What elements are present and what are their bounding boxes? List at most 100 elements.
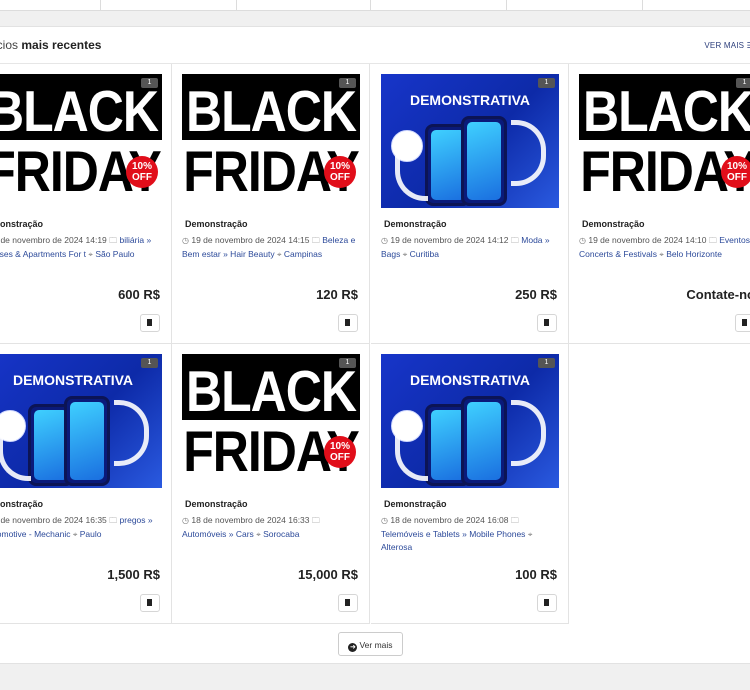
listing-price: 1,500 R$ [107,567,160,582]
discount-badge: 10% OFF [126,156,158,188]
arrow-right-icon: ➜ [348,643,358,652]
folder-icon: 🗀 [311,236,320,245]
banner-text: DEMONSTRATIVA [409,92,531,108]
bookmark-button[interactable] [537,314,557,332]
listing-card[interactable]: DEMONSTRATIVA 1 Demonstração ◷ 18 de nov… [371,344,569,624]
camera-icon: 1 [339,358,356,368]
listing-city-link[interactable]: Sorocaba [263,529,299,539]
listing-city-link[interactable]: Campinas [284,249,322,259]
listing-city-link[interactable]: Alterosa [381,542,412,552]
bookmark-button[interactable] [140,314,160,332]
bookmark-button[interactable] [338,314,358,332]
location-pin-icon: ⌖ [276,249,282,259]
camera-icon: 1 [538,358,555,368]
listing-category-link[interactable]: Automóveis » Cars [182,529,254,539]
listing-image[interactable]: BLACK FRIDAY 10% OFF 1 [182,354,360,488]
top-strip [0,0,750,11]
listing-image[interactable]: DEMONSTRATIVA 1 [0,354,162,488]
listing-price: 120 R$ [316,287,358,302]
listing-price: 15,000 R$ [298,567,358,582]
listing-card[interactable]: BLACK FRIDAY 10% OFF 1 Demonstração ◷ 18… [172,344,370,624]
listing-price: 250 R$ [515,287,557,302]
arrow-graphic [511,400,546,466]
listings-grid: BLACK FRIDAY 10% OFF 1 emonstração ◷ 9 d… [0,64,750,624]
listing-date: 19 de novembro de 2024 14:12 [390,235,509,245]
listing-card[interactable]: BLACK FRIDAY 10% OFF 1 emonstração ◷ 9 d… [0,64,172,344]
seller-name: Demonstração [582,219,645,229]
location-pin-icon: ⌖ [88,249,93,259]
listing-date: 19 de novembro de 2024 14:15 [191,235,310,245]
folder-icon: 🗀 [510,516,519,525]
location-pin-icon: ⌖ [659,249,664,259]
listing-category-link[interactable]: Telemóveis e Tablets » Mobile Phones [381,529,525,539]
folder-icon: 🗀 [311,516,320,525]
location-pin-icon: ⌖ [256,529,261,539]
divider [506,0,507,10]
bookmark-button[interactable] [537,594,557,612]
clock-icon: ◷ [579,236,586,245]
discount-badge: 10% OFF [324,156,356,188]
clock-icon: ◷ [381,236,388,245]
banner-text: DEMONSTRATIVA [12,372,134,388]
listing-image[interactable]: BLACK FRIDAY 10% OFF 1 [0,74,162,208]
camera-icon: 1 [339,78,356,88]
listing-card[interactable]: DEMONSTRATIVA 1 emonstração ◷ 8 de novem… [0,344,172,624]
clock-icon: ◷ [182,236,189,245]
listing-meta: ◷ 19 de novembro de 2024 14:12 🗀 Moda » … [381,234,561,261]
listing-city-link[interactable]: São Paulo [95,249,134,259]
banner-text: BLACK [0,79,159,144]
listing-city-link[interactable]: Curitiba [410,249,439,259]
listing-date: 8 de novembro de 2024 16:35 [0,515,107,525]
listing-image[interactable]: BLACK FRIDAY 10% OFF 1 [579,74,750,208]
listing-meta: ◷ 9 de novembro de 2024 14:19 🗀 biliária… [0,234,164,261]
bookmark-button[interactable] [735,314,750,332]
listing-card[interactable]: DEMONSTRATIVA 1 Demonstração ◷ 19 de nov… [371,64,569,344]
listing-date: 18 de novembro de 2024 16:08 [390,515,509,525]
listing-image[interactable]: DEMONSTRATIVA 1 [381,354,559,488]
listing-date: 18 de novembro de 2024 16:33 [191,515,310,525]
listing-image[interactable]: DEMONSTRATIVA 1 [381,74,559,208]
listing-meta: ◷ 19 de novembro de 2024 14:10 🗀 Eventos… [579,234,750,261]
arrow-graphic [395,156,428,201]
divider [236,0,237,10]
banner-text: BLACK [186,79,357,144]
banner-text: DEMONSTRATIVA [409,372,531,388]
discount-badge: 10% OFF [324,436,356,468]
camera-icon: 1 [141,358,158,368]
camera-icon: 1 [538,78,555,88]
camera-icon: 1 [736,78,750,88]
listing-meta: ◷ 19 de novembro de 2024 14:15 🗀 Beleza … [182,234,362,261]
location-pin-icon: ⌖ [527,529,533,539]
section-header: ncios mais recentes VER MAIS ☰ [0,27,750,64]
view-more-link[interactable]: VER MAIS ☰ [704,41,750,50]
phone-graphic [64,396,110,486]
camera-icon: 1 [141,78,158,88]
divider [370,0,371,10]
arrow-graphic [395,436,428,481]
arrow-graphic [511,120,546,186]
listing-price: 600 R$ [118,287,160,302]
listing-date: 9 de novembro de 2024 14:19 [0,235,107,245]
listing-city-link[interactable]: Paulo [80,529,102,539]
phone-graphic [461,116,507,206]
bookmark-button[interactable] [338,594,358,612]
listing-price: Contate-no [686,287,750,302]
listing-city-link[interactable]: Belo Horizonte [666,249,722,259]
bookmark-button[interactable] [140,594,160,612]
listing-date: 19 de novembro de 2024 14:10 [588,235,707,245]
divider [642,0,643,10]
location-pin-icon: ⌖ [72,529,78,539]
seller-name: emonstração [0,499,44,509]
folder-icon: 🗀 [708,236,717,245]
listing-card[interactable]: BLACK FRIDAY 10% OFF 1 Demonstração ◷ 19… [172,64,370,344]
location-pin-icon: ⌖ [402,249,408,259]
divider [100,0,101,10]
see-more-button[interactable]: ➜ Ver mais [338,632,403,656]
discount-badge: 10% OFF [721,156,750,188]
arrow-graphic [114,400,149,466]
listing-card[interactable]: BLACK FRIDAY 10% OFF 1 Demonstração ◷ 19… [569,64,750,344]
listing-image[interactable]: BLACK FRIDAY 10% OFF 1 [182,74,360,208]
seller-name: Demonstração [384,219,447,229]
seller-name: emonstração [0,219,44,229]
recent-listings-panel: ncios mais recentes VER MAIS ☰ BLACK FRI… [0,26,750,664]
